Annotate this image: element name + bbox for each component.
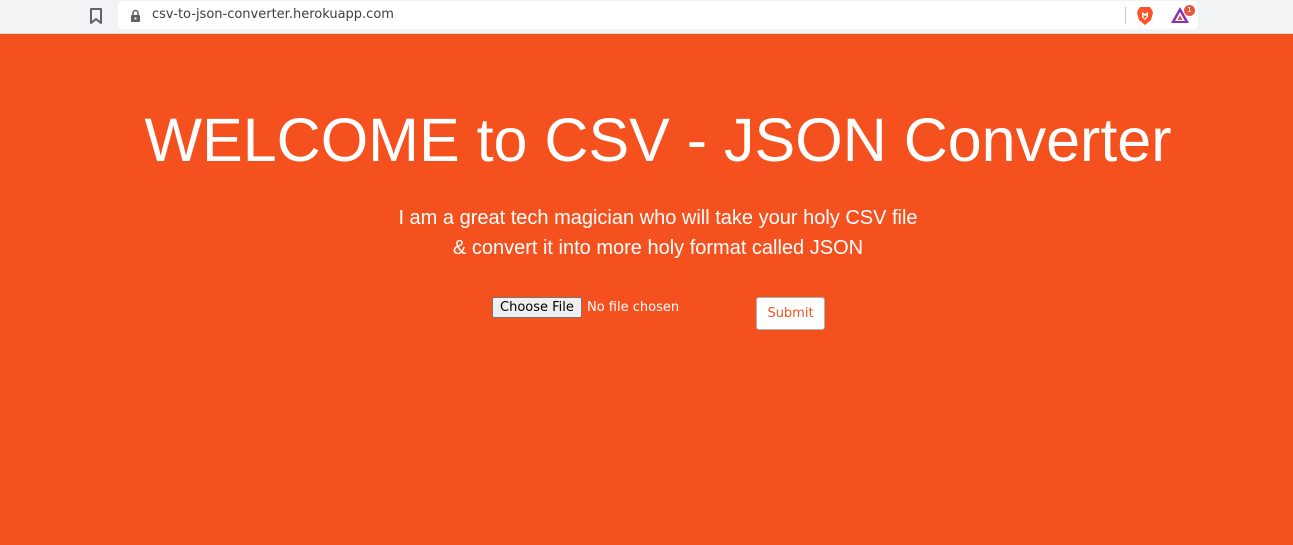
lock-icon[interactable]	[130, 9, 141, 22]
address-bar[interactable]: csv-to-json-converter.herokuapp.com 1	[118, 1, 1198, 29]
file-status-text: No file chosen	[587, 300, 680, 315]
bookmark-icon[interactable]	[89, 8, 103, 24]
url-text[interactable]: csv-to-json-converter.herokuapp.com	[152, 7, 394, 22]
address-bar-divider	[1125, 7, 1126, 24]
page-subtitle: I am a great tech magician who will take…	[0, 203, 1293, 263]
brave-shield-icon[interactable]	[1136, 6, 1154, 26]
subtitle-line-1: I am a great tech magician who will take…	[398, 207, 918, 229]
browser-toolbar: csv-to-json-converter.herokuapp.com 1	[0, 0, 1293, 34]
page-body: WELCOME to CSV - JSON Converter I am a g…	[0, 34, 1293, 545]
submit-button[interactable]: Submit	[756, 297, 825, 330]
subtitle-line-2: & convert it into more holy format calle…	[452, 237, 864, 259]
rewards-badge: 1	[1184, 5, 1195, 16]
choose-file-button[interactable]: Choose File	[492, 297, 582, 318]
page-title: WELCOME to CSV - JSON Converter	[144, 106, 1172, 174]
